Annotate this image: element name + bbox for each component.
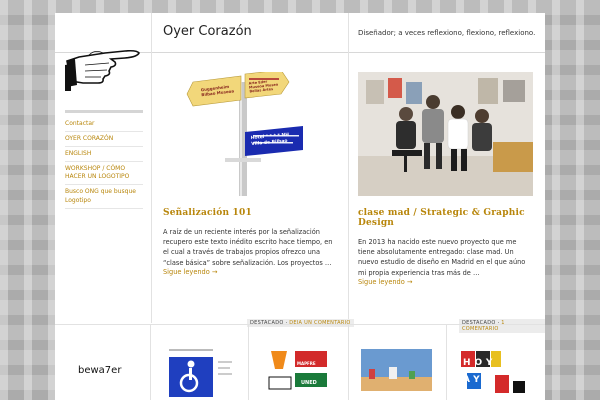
portfolio-thumbnails: bewa7er MAPFRE UNED HOY AY (55, 325, 545, 400)
post-title[interactable]: clase mad / Strategic & Graphic Design (358, 208, 533, 228)
post-clase-mad: clase mad / Strategic & Graphic Design E… (358, 72, 533, 286)
thumb-cell[interactable]: HOY AY (447, 325, 545, 400)
thumb-cell[interactable]: bewa7er (55, 325, 151, 400)
sidebar-item-workshop[interactable]: WORKSHOP / CÓMO HACER UN LOGOTIPO (65, 162, 143, 186)
site-tagline: Diseñador; a veces reflexiono, flexiono,… (358, 29, 536, 37)
post-excerpt: En 2013 ha nacido este nuevo proyecto qu… (358, 238, 526, 277)
site-title[interactable]: Oyer Corazón (163, 24, 252, 39)
header-divider (151, 13, 152, 53)
post-image-team-photo[interactable] (358, 72, 533, 196)
sidebar-item-oyer-corazon[interactable]: OYER CORAZÓN (65, 132, 143, 148)
post-image-signage[interactable]: Guggenheim Bilbao Museoa Arte Eder Museo… (163, 72, 338, 196)
thumb-poster-text: HOY AY (463, 358, 497, 386)
column-divider (348, 53, 349, 323)
thumb-cell[interactable] (151, 325, 249, 400)
post-senalizacion: Guggenheim Bilbao Museoa Arte Eder Museo… (163, 72, 338, 276)
thumb-cell[interactable] (349, 325, 447, 400)
post-excerpt: A raíz de un reciente interés por la señ… (163, 228, 333, 267)
sidebar-rule (65, 110, 143, 113)
thumb-logos[interactable] (261, 347, 336, 400)
thumb-video-game[interactable] (359, 347, 434, 400)
sidebar-item-contactar[interactable]: Contactar (65, 117, 143, 133)
sidebar-item-english[interactable]: ENGLISH (65, 147, 143, 163)
page-container: Oyer Corazón Diseñador; a veces reflexio… (55, 13, 545, 400)
thumb-logo-text-mapfre: MAPFRE (297, 361, 316, 366)
header-divider (348, 13, 349, 53)
thumb-label-bewa7er[interactable]: bewa7er (78, 365, 121, 376)
read-more-link[interactable]: Sigue leyendo → (163, 268, 338, 276)
column-divider (151, 53, 152, 323)
post-title[interactable]: Señalización 101 (163, 208, 338, 218)
pointing-hand-icon[interactable] (65, 31, 143, 93)
thumb-logo-text-uned: UNED (301, 380, 317, 386)
thumb-accessibility-icon[interactable] (163, 347, 238, 400)
sidebar-item-busco-ong[interactable]: Busco ONG que busque Logotipo (65, 185, 143, 209)
thumb-cell[interactable]: MAPFRE UNED (249, 325, 349, 400)
sidebar-nav: Contactar OYER CORAZÓN ENGLISH WORKSHOP … (65, 110, 143, 209)
read-more-link[interactable]: Sigue leyendo → (358, 278, 533, 286)
